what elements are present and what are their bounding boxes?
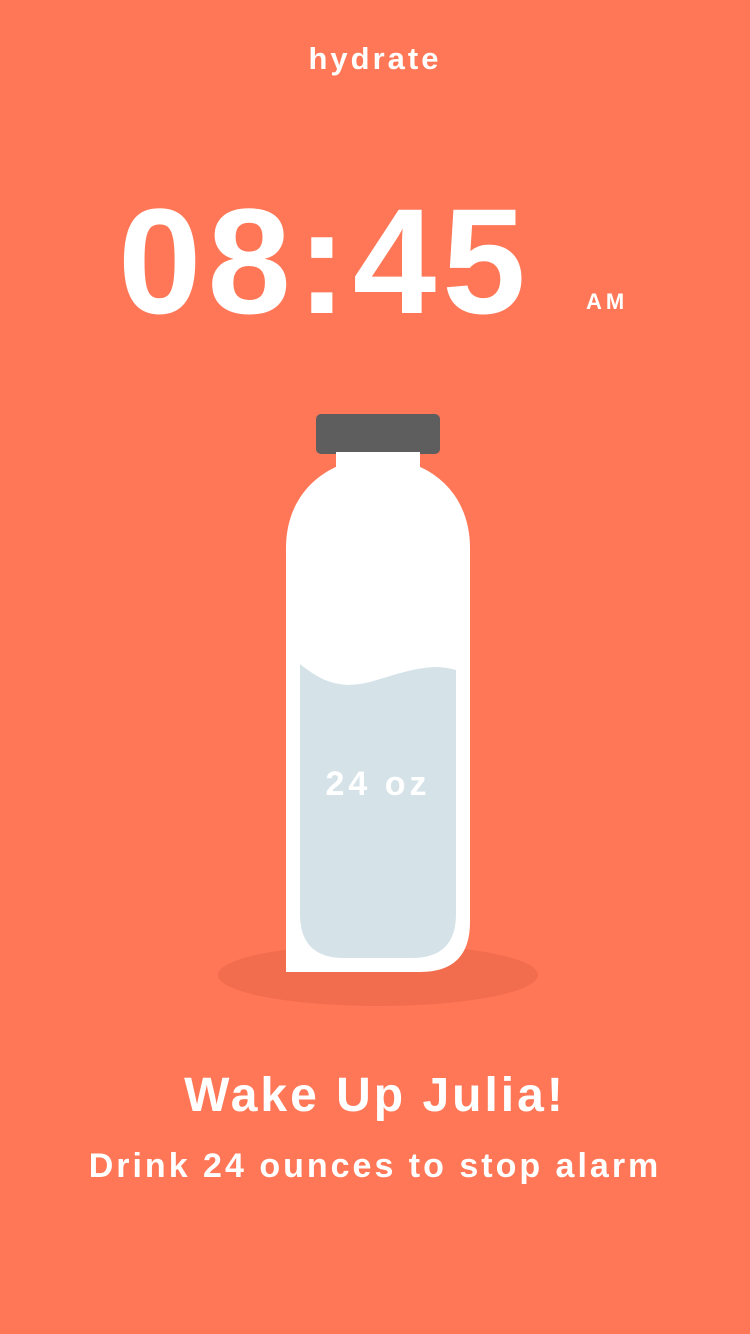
drink-instruction: Drink 24 ounces to stop alarm <box>88 1147 662 1185</box>
bottle-water <box>300 664 456 958</box>
alarm-clock: 08:45 AM <box>0 186 750 336</box>
bottle-cap <box>316 414 440 454</box>
wake-up-headline: Wake Up Julia! <box>184 1069 566 1122</box>
bottle-volume-label: 24 oz <box>325 765 431 803</box>
water-bottle-icon[interactable] <box>280 410 476 980</box>
alarm-meridiem: AM <box>586 289 629 314</box>
app-title: hydrate <box>308 41 442 76</box>
alarm-time: 08:45 <box>118 177 532 345</box>
